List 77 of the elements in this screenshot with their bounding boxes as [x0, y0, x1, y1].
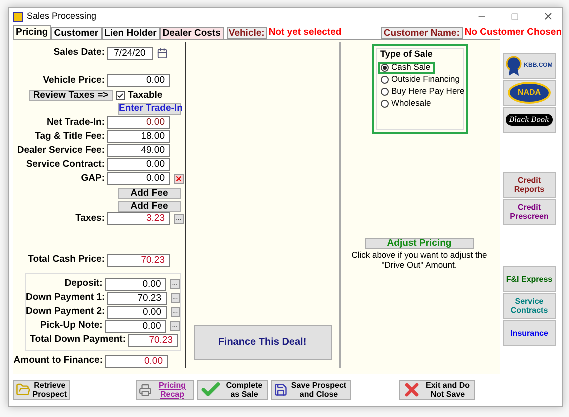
field-label: Deposit:	[64, 276, 103, 291]
radio-button[interactable]	[380, 88, 388, 96]
customer-value: No Customer Chosen	[464, 27, 562, 39]
value-field[interactable]: 70.23	[128, 334, 178, 346]
action-button[interactable]: Exit and Do Not Save	[399, 380, 475, 400]
field-label: Total Cash Price:	[27, 252, 105, 267]
field-label: Taxes:	[74, 212, 105, 226]
logo-button[interactable]: NADA	[503, 80, 556, 106]
printer-icon	[139, 384, 152, 396]
taxable-checkbox[interactable]	[116, 91, 125, 100]
clear-icon	[175, 174, 183, 183]
adjust-hint: Click above if you want to adjust the "Drive Out" Amount.	[350, 250, 488, 270]
review-taxes-button[interactable]: Review Taxes =>	[29, 90, 113, 102]
tab[interactable]: Dealer Costs	[160, 27, 224, 39]
add-fee-button[interactable]: Add Fee	[118, 200, 181, 212]
action-button[interactable]: Save Prospect and Close	[271, 380, 351, 400]
side-button[interactable]: F&I Express	[503, 266, 556, 292]
field-label: Down Payment 2:	[26, 304, 105, 319]
clear-button[interactable]	[174, 174, 184, 184]
radio-label: Buy Here Pay Here	[392, 85, 465, 98]
side-button[interactable]: Credit Prescreen	[503, 199, 556, 225]
field-label: Amount to Finance:	[13, 354, 103, 368]
action-button[interactable]: Retrieve Prospect	[13, 380, 70, 400]
value-field[interactable]: 0.00	[107, 306, 166, 318]
enter-trade-in-button[interactable]: Enter Trade-In	[118, 102, 181, 115]
action-button[interactable]: Complete as Sale	[197, 380, 268, 400]
value-field[interactable]: 70.23	[107, 292, 166, 304]
radio-label: Wholesale	[392, 97, 432, 110]
value-field[interactable]: 0.00	[107, 116, 170, 130]
app-icon	[13, 12, 23, 22]
value-field[interactable]: 0.00	[104, 320, 166, 332]
group-title: Type of Sale	[380, 48, 434, 61]
vehicle-label: Vehicle:	[226, 27, 267, 39]
radio-button[interactable]	[380, 100, 388, 108]
radio-button[interactable]	[380, 76, 388, 84]
side-button[interactable]: Service Contracts	[503, 293, 556, 319]
add-fee-button[interactable]: Add Fee	[118, 188, 181, 199]
field-label: Vehicle Price:	[42, 74, 105, 88]
calendar-icon	[157, 48, 168, 58]
value-field[interactable]: 0.00	[107, 158, 170, 172]
date-field[interactable]: 7/24/20	[107, 46, 153, 60]
value-field[interactable]: 70.23	[107, 254, 170, 266]
side-button[interactable]: Insurance	[503, 320, 556, 346]
window-title: Sales Processing	[27, 10, 98, 23]
field-label: Service Contract:	[25, 158, 105, 172]
value-field[interactable]: 0.00	[104, 278, 166, 290]
action-button[interactable]: Pricing Recap	[136, 380, 194, 400]
tab[interactable]: Lien Holder	[102, 27, 160, 39]
value-field[interactable]: 49.00	[107, 144, 170, 158]
taxable-label: Taxable	[128, 88, 163, 103]
value-field[interactable]: 3.23	[107, 212, 170, 226]
field-label: Dealer Service Fee:	[16, 144, 105, 158]
field-label: Net Trade-In:	[46, 116, 105, 130]
field-label: Down Payment 1:	[26, 290, 105, 305]
field-label: Tag & Title Fee:	[34, 130, 105, 144]
customer-label: Customer Name:	[380, 27, 463, 39]
vehicle-value: Not yet selected	[268, 27, 343, 39]
field-label: Total Down Payment:	[29, 332, 126, 347]
close-icon	[543, 11, 554, 22]
value-field[interactable]: 18.00	[107, 130, 170, 144]
maximize-icon	[511, 12, 519, 20]
value-field[interactable]: 0.00	[107, 74, 170, 88]
tab[interactable]: Pricing	[13, 25, 52, 39]
tab[interactable]: Customer	[51, 27, 102, 39]
radio-label: Outside Financing	[392, 73, 460, 86]
side-button[interactable]: Credit Reports	[503, 172, 556, 198]
logo-text: NADA	[508, 82, 552, 104]
value-field[interactable]: 0.00	[107, 172, 170, 186]
field-label: Sales Date:	[52, 46, 105, 60]
finance-deal-button[interactable]: Finance This Deal!	[194, 325, 332, 360]
floppy-icon	[274, 383, 288, 397]
value-field[interactable]: 0.00	[105, 354, 168, 368]
radio-label: Cash Sale	[392, 61, 431, 74]
ribbon-badge-icon	[506, 56, 522, 76]
field-label: GAP:	[80, 172, 105, 186]
field-label: Pick-Up Note:	[40, 318, 103, 333]
radio-button[interactable]	[380, 64, 388, 72]
